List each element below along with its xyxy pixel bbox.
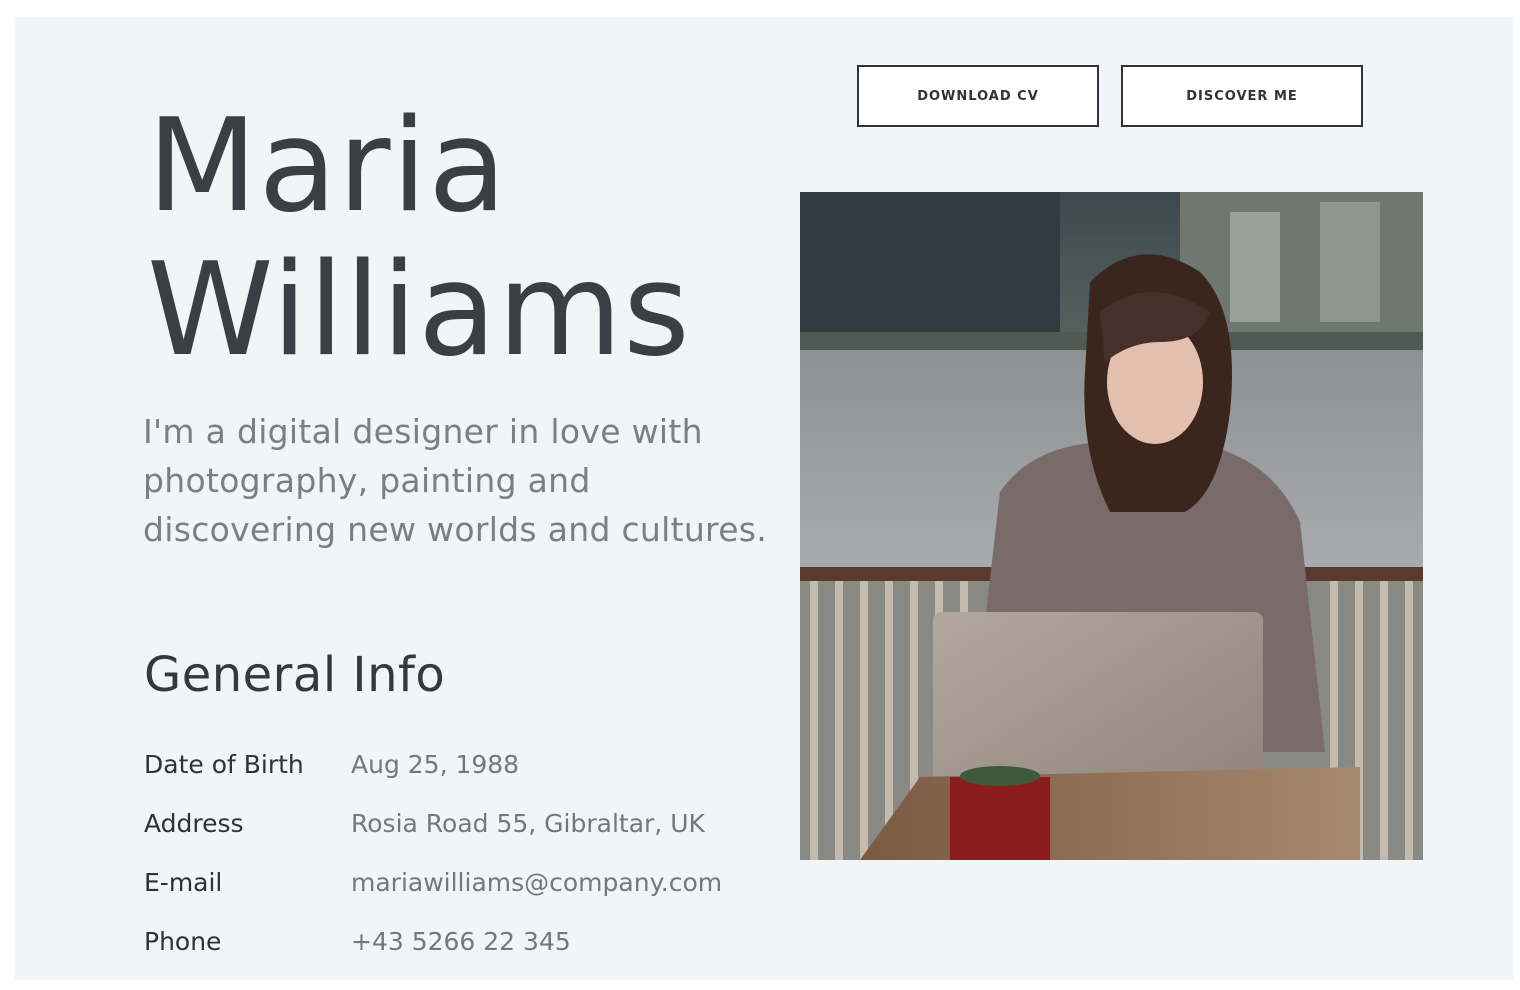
info-value: mariawilliams@company.com: [351, 868, 723, 897]
info-label: Address: [144, 809, 244, 838]
info-value: +43 5266 22 345: [351, 927, 571, 956]
info-value: Rosia Road 55, Gibraltar, UK: [351, 809, 705, 838]
profile-photo-illustration: [800, 192, 1423, 860]
info-row-email: E-mail mariawilliams@company.com: [144, 868, 722, 927]
general-info-list: Date of Birth Aug 25, 1988 Address Rosia…: [144, 750, 722, 980]
profile-section: Maria Williams I'm a digital designer in…: [15, 17, 1513, 980]
info-row-phone: Phone +43 5266 22 345: [144, 927, 722, 980]
discover-me-button[interactable]: DISCOVER ME: [1121, 65, 1363, 127]
intro-text: I'm a digital designer in love with phot…: [143, 412, 768, 549]
info-row-address: Address Rosia Road 55, Gibraltar, UK: [144, 809, 722, 868]
info-label: Phone: [144, 927, 222, 956]
last-name: Williams: [147, 236, 691, 385]
general-info-title: General Info: [144, 647, 446, 703]
first-name: Maria: [147, 92, 508, 241]
info-row-date-of-birth: Date of Birth Aug 25, 1988: [144, 750, 722, 809]
info-label: Date of Birth: [144, 750, 304, 779]
info-label: E-mail: [144, 868, 223, 897]
profile-name: Maria Williams: [147, 95, 691, 383]
profile-photo: [800, 192, 1423, 860]
info-value: Aug 25, 1988: [351, 750, 520, 779]
download-cv-button[interactable]: DOWNLOAD CV: [857, 65, 1099, 127]
